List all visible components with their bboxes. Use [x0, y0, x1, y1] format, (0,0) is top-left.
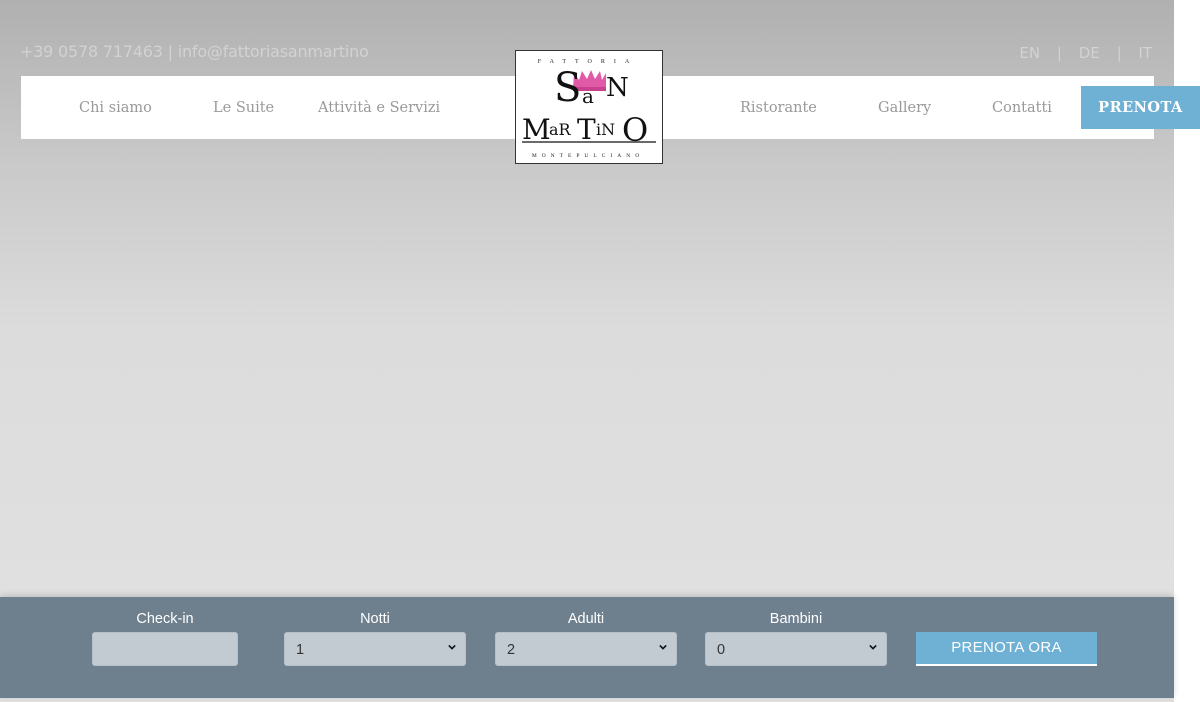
- notti-value: 1: [296, 642, 305, 658]
- contact-info[interactable]: +39 0578 717463 | info@fattoriasanmartin…: [20, 42, 369, 61]
- booking-bar: Check-in Notti 1 Adulti 2 Bambini 0 PREN…: [0, 597, 1174, 698]
- checkin-input[interactable]: [92, 632, 238, 666]
- notti-label: Notti: [360, 611, 390, 627]
- nav-chi-siamo[interactable]: Chi siamo: [79, 100, 152, 116]
- bambini-label: Bambini: [769, 611, 823, 627]
- prenota-ora-button[interactable]: PRENOTA ORA: [916, 632, 1097, 666]
- bambini-select[interactable]: 0: [705, 632, 887, 666]
- lang-it[interactable]: IT: [1138, 44, 1152, 62]
- lang-separator: |: [1056, 44, 1062, 62]
- logo[interactable]: FATTORIA S a N M aR T iN O MONTEPULCIANO: [515, 50, 663, 164]
- checkin-label: Check-in: [136, 611, 194, 627]
- chevron-down-icon: [869, 644, 877, 650]
- nav-contatti[interactable]: Contatti: [992, 100, 1052, 116]
- lang-separator: |: [1116, 44, 1122, 62]
- svg-text:iN: iN: [596, 120, 615, 139]
- nav-ristorante[interactable]: Ristorante: [740, 100, 817, 116]
- svg-text:N: N: [606, 73, 629, 103]
- svg-text:a: a: [582, 84, 594, 108]
- bambini-value: 0: [717, 642, 726, 658]
- logo-bottom-text: MONTEPULCIANO: [532, 153, 644, 159]
- lang-en[interactable]: EN: [1019, 44, 1040, 62]
- adulti-select[interactable]: 2: [495, 632, 677, 666]
- chevron-down-icon: [448, 644, 456, 650]
- svg-text:O: O: [622, 111, 648, 149]
- logo-top-text: FATTORIA: [538, 59, 638, 65]
- nav-attivita-servizi[interactable]: Attività e Servizi: [318, 100, 440, 116]
- svg-text:S: S: [554, 65, 581, 111]
- adulti-value: 2: [507, 642, 516, 658]
- nav-le-suite[interactable]: Le Suite: [213, 100, 274, 116]
- lang-de[interactable]: DE: [1079, 44, 1100, 62]
- svg-text:M: M: [522, 113, 551, 146]
- language-switcher: EN | DE | IT: [1007, 44, 1152, 62]
- svg-text:T: T: [577, 113, 596, 146]
- chevron-down-icon: [659, 644, 667, 650]
- svg-text:aR: aR: [549, 120, 572, 139]
- prenota-button[interactable]: PRENOTA: [1081, 86, 1200, 129]
- nav-gallery[interactable]: Gallery: [878, 100, 931, 116]
- notti-select[interactable]: 1: [284, 632, 466, 666]
- adulti-label: Adulti: [567, 611, 605, 627]
